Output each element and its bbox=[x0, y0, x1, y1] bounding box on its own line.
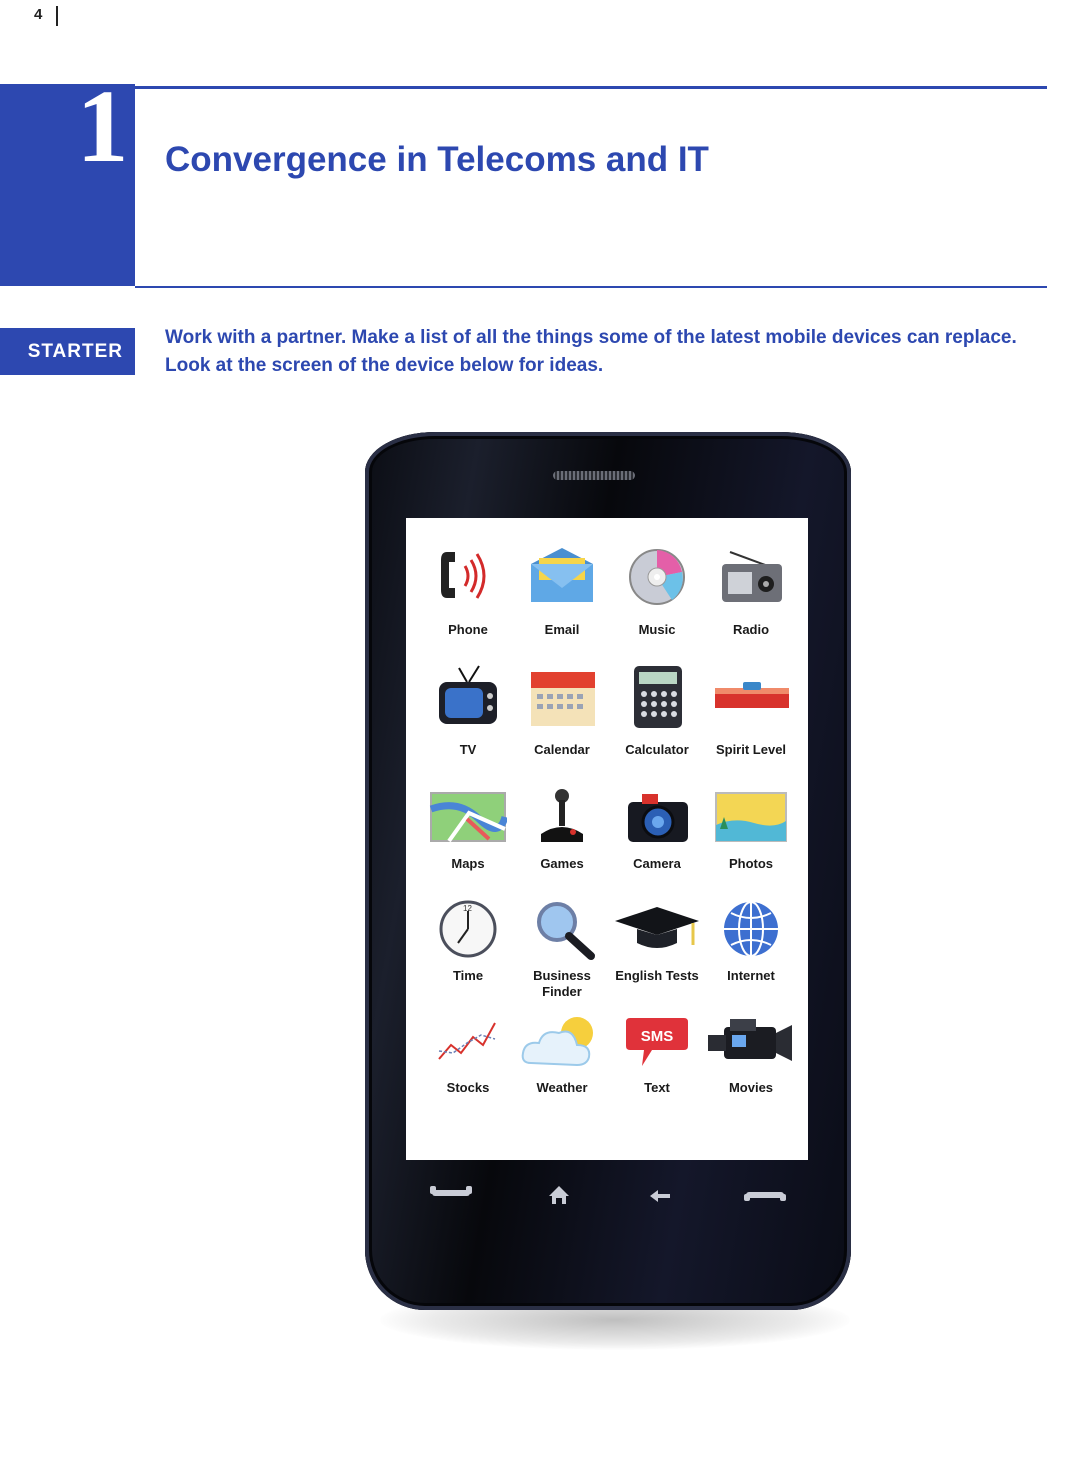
phone-nav-buttons bbox=[430, 1186, 786, 1204]
back-icon[interactable] bbox=[650, 1190, 670, 1202]
call-icon[interactable] bbox=[430, 1186, 472, 1196]
home-icon[interactable] bbox=[549, 1186, 569, 1204]
end-call-icon[interactable] bbox=[744, 1192, 786, 1201]
